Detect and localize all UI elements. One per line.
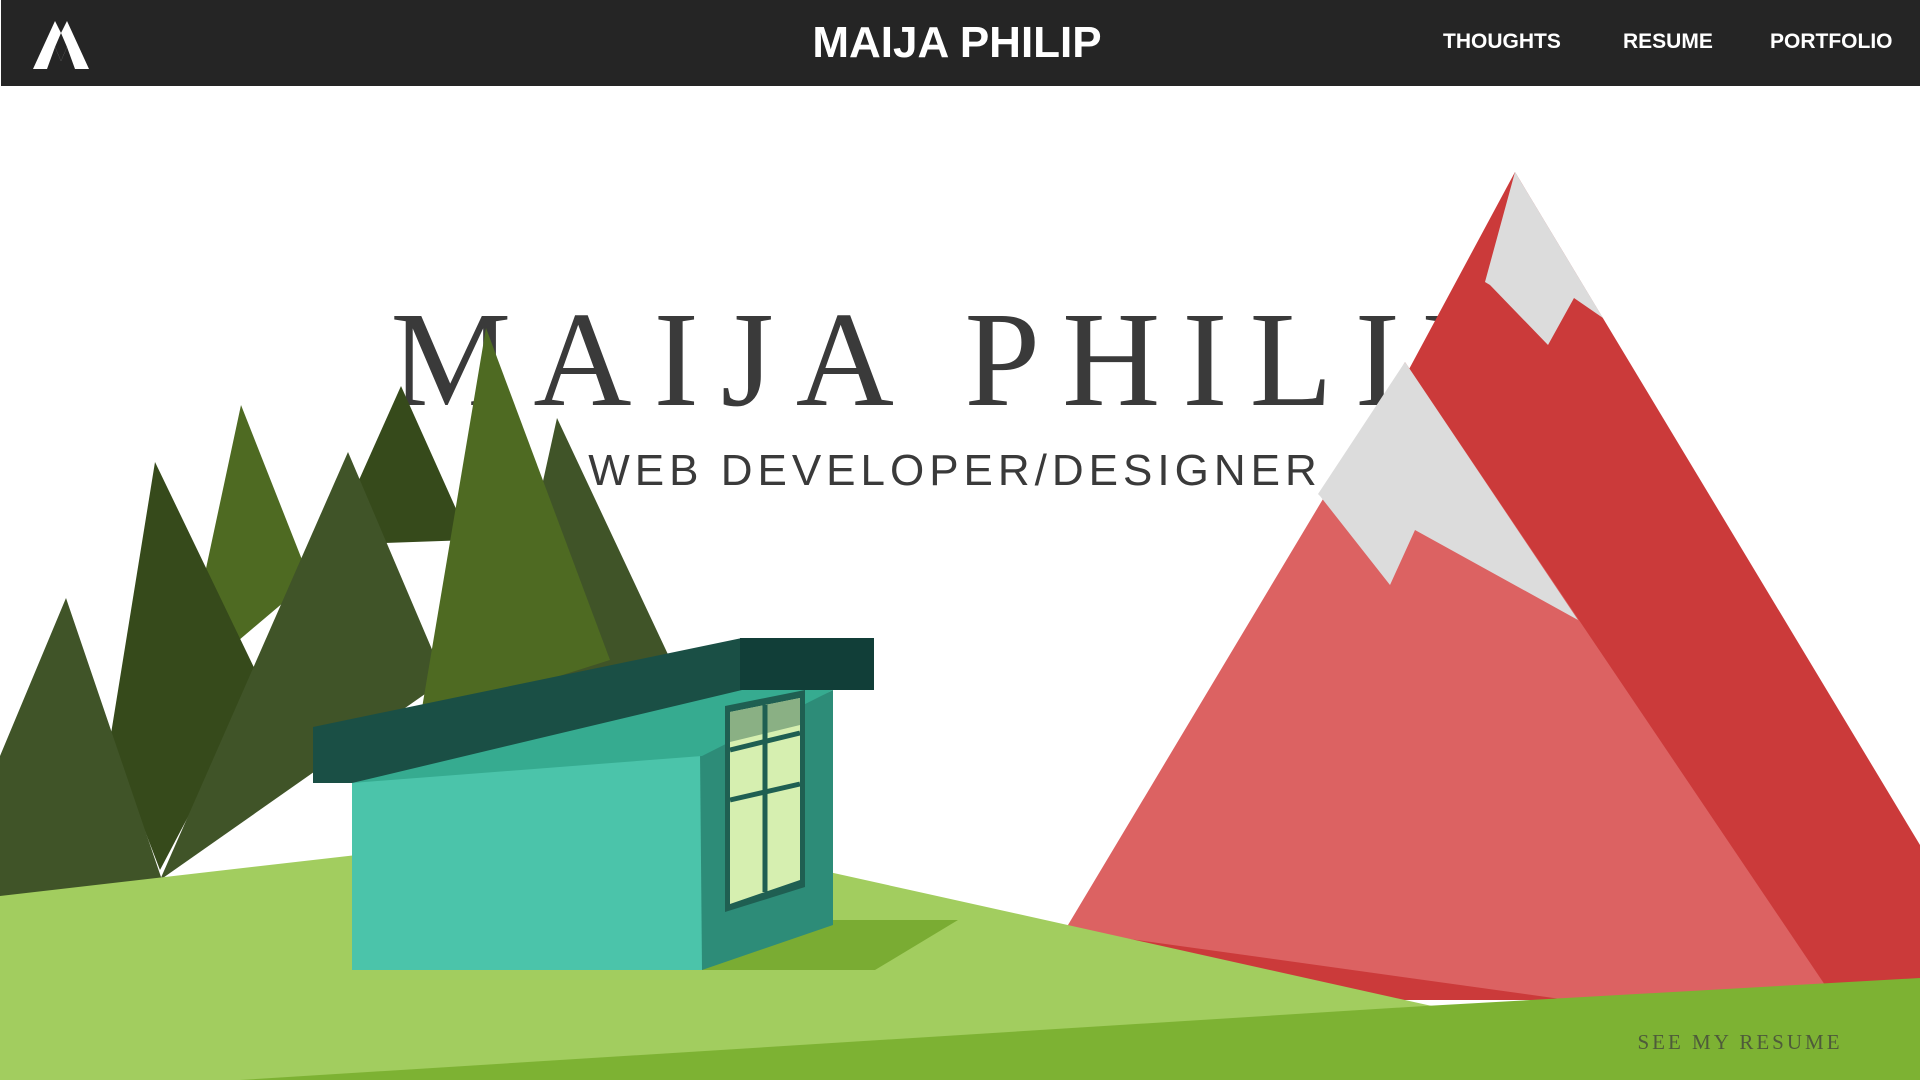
mountain-range bbox=[1065, 172, 1920, 1010]
see-resume-link[interactable]: SEE MY RESUME bbox=[1620, 1028, 1860, 1056]
cabin-roof-edge bbox=[740, 638, 874, 690]
cabin-front-wall bbox=[352, 752, 705, 970]
landscape-illustration bbox=[0, 172, 1920, 1080]
cabin-window bbox=[725, 690, 805, 912]
